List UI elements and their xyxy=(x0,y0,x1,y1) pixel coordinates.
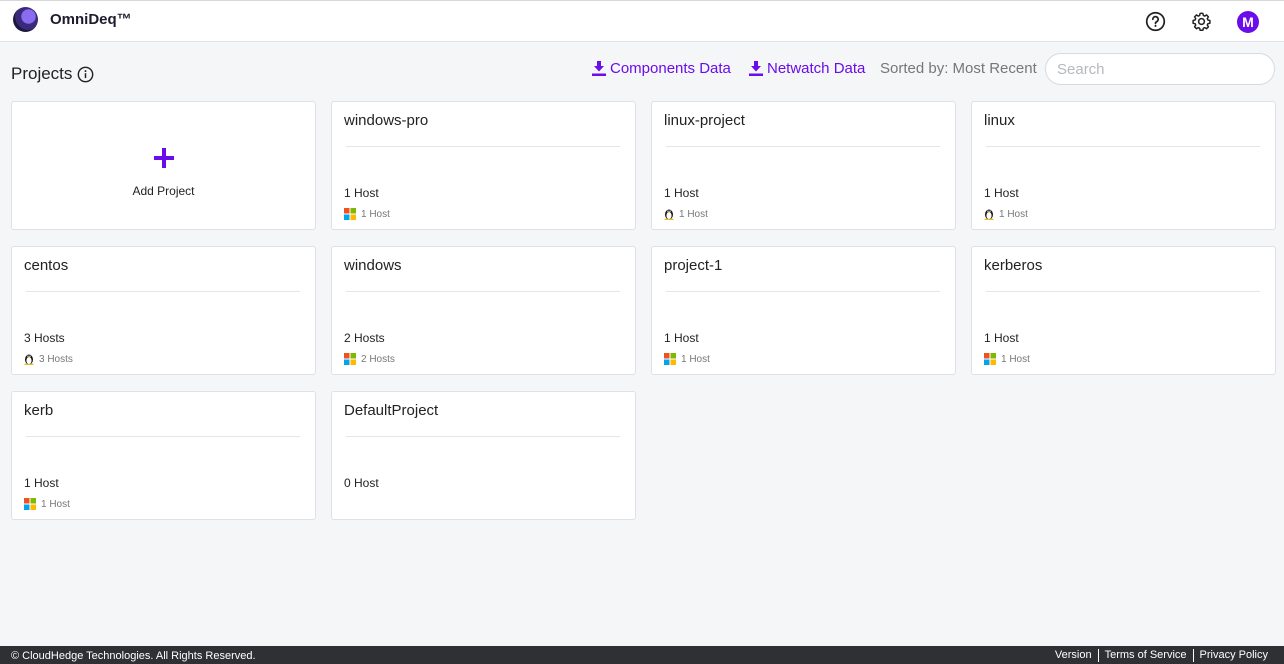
netwatch-data-button[interactable]: Netwatch Data xyxy=(749,60,865,77)
os-host-count: 2 Hosts xyxy=(361,353,395,365)
version-link[interactable]: Version xyxy=(1049,649,1098,662)
os-host-count: 1 Host xyxy=(361,208,390,220)
linux-tux-icon xyxy=(664,208,674,220)
brand-name: OmniDeq™ xyxy=(50,11,132,28)
project-name: centos xyxy=(24,257,69,274)
project-grid: Add Project windows-pro 1 Host 1 Host linux… xyxy=(11,101,1276,520)
project-name: windows xyxy=(344,257,402,274)
project-name: linux xyxy=(984,112,1015,129)
card-divider xyxy=(346,436,620,437)
project-name: kerberos xyxy=(984,257,1043,274)
terms-link[interactable]: Terms of Service xyxy=(1097,649,1193,662)
search-input[interactable] xyxy=(1045,53,1275,85)
os-breakdown: 3 Hosts xyxy=(24,353,73,365)
os-breakdown: 1 Host xyxy=(24,498,70,510)
copyright-text: © CloudHedge Technologies. All Rights Re… xyxy=(11,650,256,662)
windows-icon xyxy=(984,353,996,365)
footer-links: Version Terms of Service Privacy Policy xyxy=(1049,649,1274,662)
components-data-button[interactable]: Components Data xyxy=(592,60,731,77)
project-card[interactable]: linux-project 1 Host 1 Host xyxy=(651,101,956,230)
project-name: windows-pro xyxy=(344,112,429,129)
os-breakdown: 1 Host xyxy=(664,353,710,365)
os-breakdown: 1 Host xyxy=(984,208,1028,220)
card-divider xyxy=(666,291,940,292)
sort-selector[interactable]: Sorted by: Most Recent xyxy=(880,60,1037,77)
project-card[interactable]: centos 3 Hosts 3 Hosts xyxy=(11,246,316,375)
project-card[interactable]: linux 1 Host 1 Host xyxy=(971,101,1276,230)
gear-icon[interactable] xyxy=(1190,10,1212,32)
os-breakdown: 1 Host xyxy=(984,353,1030,365)
privacy-link[interactable]: Privacy Policy xyxy=(1192,649,1274,662)
windows-icon xyxy=(664,353,676,365)
host-count: 1 Host xyxy=(664,331,699,345)
project-card[interactable]: windows 2 Hosts 2 Hosts xyxy=(331,246,636,375)
host-count: 0 Host xyxy=(344,476,379,490)
add-project-card[interactable]: Add Project xyxy=(11,101,316,230)
project-card[interactable]: project-1 1 Host 1 Host xyxy=(651,246,956,375)
top-bar: OmniDeq™ M xyxy=(0,0,1284,42)
card-divider xyxy=(346,146,620,147)
os-breakdown: 1 Host xyxy=(344,208,390,220)
user-avatar[interactable]: M xyxy=(1237,11,1259,33)
add-project-label: Add Project xyxy=(132,184,195,198)
os-breakdown: 1 Host xyxy=(664,208,708,220)
omnideq-logo[interactable] xyxy=(13,7,38,32)
card-divider xyxy=(986,291,1260,292)
card-divider xyxy=(666,146,940,147)
card-divider xyxy=(26,291,300,292)
project-name: kerb xyxy=(24,402,54,419)
os-host-count: 1 Host xyxy=(681,353,710,365)
os-host-count: 1 Host xyxy=(1001,353,1030,365)
host-count: 1 Host xyxy=(344,186,379,200)
linux-tux-icon xyxy=(984,208,994,220)
page-title: Projects xyxy=(11,64,94,84)
footer: © CloudHedge Technologies. All Rights Re… xyxy=(0,646,1284,664)
info-icon[interactable] xyxy=(77,66,94,83)
project-card[interactable]: kerb 1 Host 1 Host xyxy=(11,391,316,520)
card-divider xyxy=(986,146,1260,147)
project-name: linux-project xyxy=(664,112,745,129)
os-host-count: 3 Hosts xyxy=(39,353,73,365)
project-card[interactable]: kerberos 1 Host 1 Host xyxy=(971,246,1276,375)
project-name: DefaultProject xyxy=(344,402,439,419)
os-host-count: 1 Host xyxy=(41,498,70,510)
components-data-label: Components Data xyxy=(610,60,731,77)
linux-tux-icon xyxy=(24,353,34,365)
os-host-count: 1 Host xyxy=(679,208,708,220)
windows-icon xyxy=(344,208,356,220)
host-count: 1 Host xyxy=(664,186,699,200)
windows-icon xyxy=(24,498,36,510)
netwatch-data-label: Netwatch Data xyxy=(767,60,866,77)
plus-icon xyxy=(153,147,175,169)
card-divider xyxy=(26,436,300,437)
os-breakdown: 2 Hosts xyxy=(344,353,395,365)
project-name: project-1 xyxy=(664,257,723,274)
os-host-count: 1 Host xyxy=(999,208,1028,220)
download-icon xyxy=(749,61,763,76)
host-count: 1 Host xyxy=(24,476,59,490)
host-count: 2 Hosts xyxy=(344,331,385,345)
download-icon xyxy=(592,61,606,76)
host-count: 1 Host xyxy=(984,186,1019,200)
page-title-text: Projects xyxy=(11,64,73,83)
project-card[interactable]: windows-pro 1 Host 1 Host xyxy=(331,101,636,230)
host-count: 1 Host xyxy=(984,331,1019,345)
project-card[interactable]: DefaultProject 0 Host xyxy=(331,391,636,520)
help-circle-icon[interactable] xyxy=(1144,10,1166,32)
card-divider xyxy=(346,291,620,292)
windows-icon xyxy=(344,353,356,365)
host-count: 3 Hosts xyxy=(24,331,65,345)
